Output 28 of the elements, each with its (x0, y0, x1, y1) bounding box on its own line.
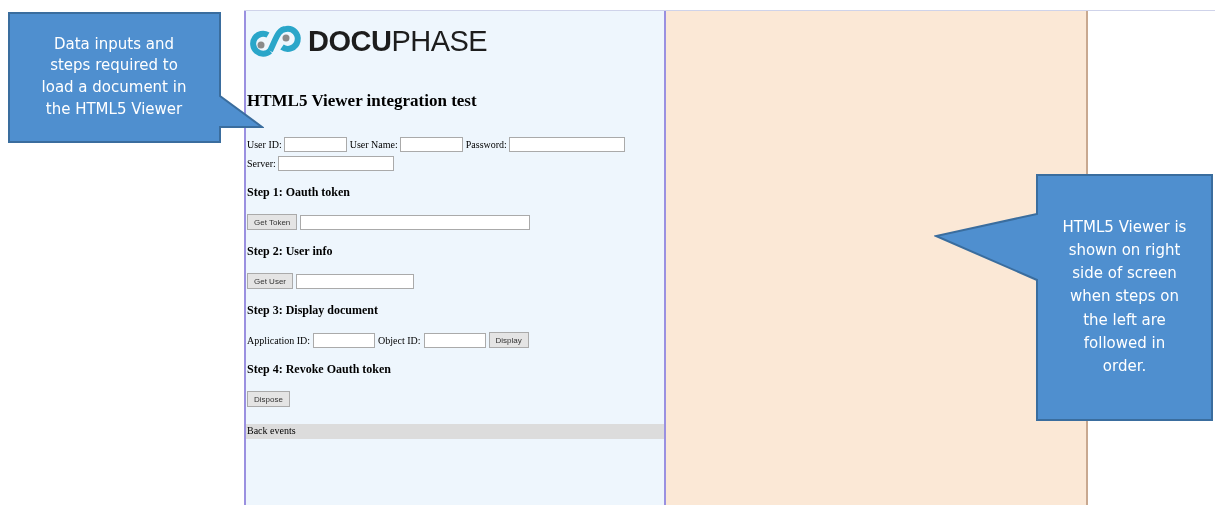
action-button[interactable]: Get Token (247, 214, 298, 230)
field-label: Object ID: (378, 334, 421, 346)
input-field[interactable] (423, 332, 486, 348)
field-label: Password: (465, 139, 507, 150)
logo-text: DOCUPHASE (308, 26, 488, 56)
action-button[interactable]: Get User (247, 273, 293, 289)
input-field[interactable] (300, 214, 531, 230)
step-heading: Step 3: Display document (247, 303, 379, 318)
step-heading: Step 2: User info (247, 244, 334, 259)
input-field[interactable] (399, 137, 463, 152)
input-field[interactable] (277, 156, 394, 171)
input-field[interactable] (313, 332, 376, 348)
callout-text: HTML5 Viewer is shown on right side of screen when steps on the left are followed in order. (1061, 216, 1188, 378)
logo-icon (248, 23, 302, 59)
field-label: Application ID: (247, 334, 311, 346)
input-field[interactable] (296, 273, 414, 289)
field-label: Server: (247, 158, 276, 169)
action-button[interactable]: Display (488, 332, 529, 348)
page-heading: HTML5 Viewer integration test (247, 91, 478, 111)
log-header: Back events (246, 424, 664, 439)
field-label: User Name: (349, 139, 398, 150)
step-heading: Step 4: Revoke Oauth token (247, 362, 392, 377)
callout-text: Data inputs and steps required to load a document in the HTML5 Viewer (40, 33, 188, 120)
input-field[interactable] (283, 137, 347, 152)
action-button[interactable]: Dispose (247, 391, 290, 407)
step-heading: Step 1: Oauth token (247, 185, 351, 200)
input-field[interactable] (508, 137, 625, 152)
field-label: User ID: (247, 139, 282, 150)
